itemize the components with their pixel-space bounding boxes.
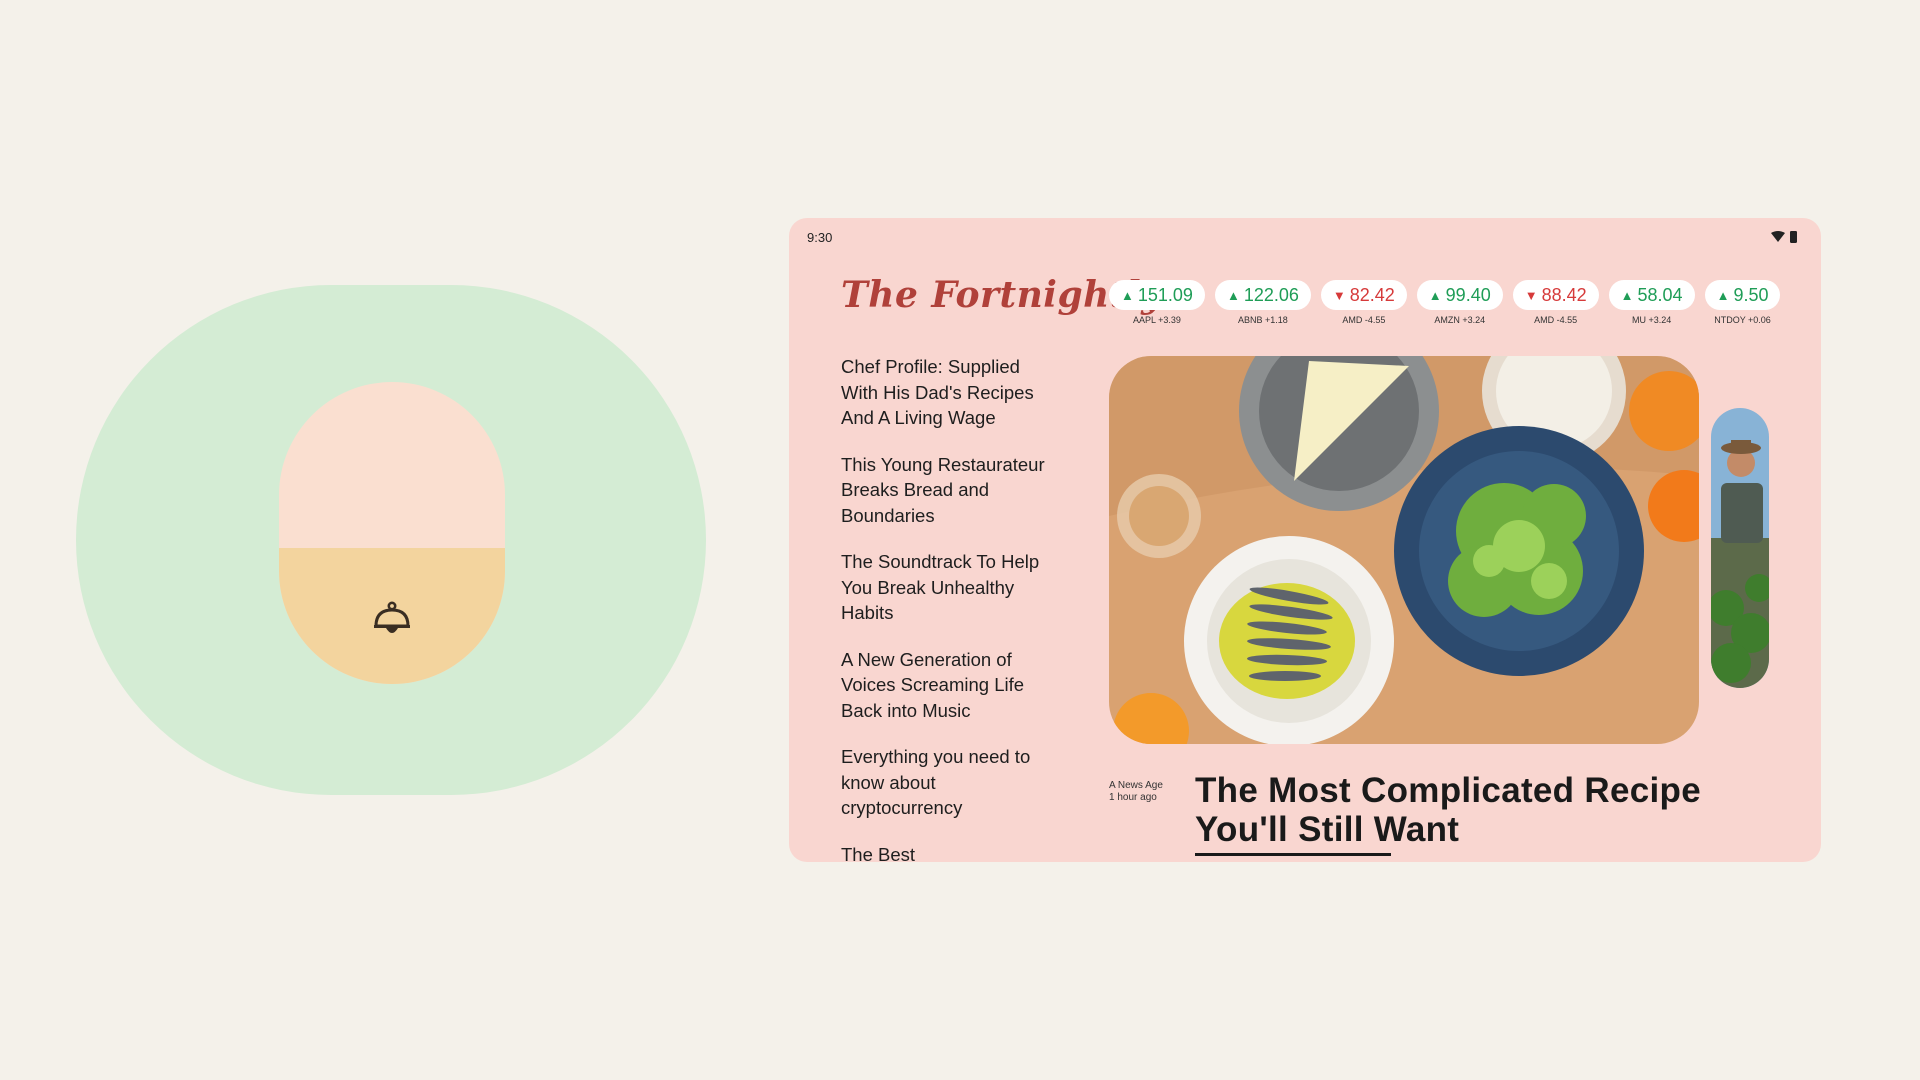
stock-ticker-item[interactable]: ▲ 58.04 MU +3.24 xyxy=(1608,280,1695,325)
headline-list: Chef Profile: Supplied With His Dad's Re… xyxy=(841,354,1051,862)
hero-image[interactable] xyxy=(1109,356,1699,744)
featured-article-title[interactable]: The Most Complicated Recipe You'll Still… xyxy=(1195,771,1715,849)
status-time: 9:30 xyxy=(807,230,833,245)
stock-price: 82.42 xyxy=(1349,284,1395,305)
stock-symbol-change: AAPL +3.39 xyxy=(1132,315,1181,325)
battery-icon xyxy=(1790,231,1797,243)
stock-ticker-item[interactable]: ▲ 122.06 ABNB +1.18 xyxy=(1214,280,1311,325)
arrow-down-icon: ▼ xyxy=(1332,287,1346,303)
stock-price-chip[interactable]: ▲ 58.04 xyxy=(1608,280,1695,310)
article-source: A News Age 1 hour ago xyxy=(1109,780,1163,804)
stock-price-chip[interactable]: ▲ 151.09 xyxy=(1109,280,1205,310)
stock-price-chip[interactable]: ▼ 82.42 xyxy=(1320,280,1407,310)
headline-item[interactable]: This Young Restaurateur Breaks Bread and… xyxy=(841,452,1051,529)
stock-price-chip[interactable]: ▼ 88.42 xyxy=(1512,280,1599,310)
stock-price: 9.50 xyxy=(1733,284,1769,305)
arrow-up-icon: ▲ xyxy=(1716,287,1730,303)
stock-ticker-item[interactable]: ▲ 9.50 NTDOY +0.06 xyxy=(1704,280,1781,325)
arrow-up-icon: ▲ xyxy=(1121,287,1134,303)
stock-symbol-change: MU +3.24 xyxy=(1631,315,1672,325)
tablet-screen: 9:30 The Fortnightly ▲ 151.09 AAPL +3.39 ▲ 1… xyxy=(789,218,1821,862)
headline-item[interactable]: The Soundtrack To Help You Break Unhealt… xyxy=(841,549,1051,626)
arrow-up-icon: ▲ xyxy=(1226,287,1240,303)
stock-price-chip[interactable]: ▲ 122.06 xyxy=(1214,280,1311,310)
headline-item[interactable]: A New Generation of Voices Screaming Lif… xyxy=(841,647,1051,724)
stock-symbol-change: AMD -4.55 xyxy=(1534,315,1578,325)
headline-item[interactable]: Everything you need to know about crypto… xyxy=(841,744,1051,821)
stock-price: 99.40 xyxy=(1445,284,1491,305)
status-icons xyxy=(1771,231,1797,243)
stock-symbol-change: AMZN +3.24 xyxy=(1434,315,1486,325)
stock-ticker[interactable]: ▲ 151.09 AAPL +3.39 ▲ 122.06 ABNB +1.18 ▼ 82.42… xyxy=(1109,280,1781,325)
stock-price-chip[interactable]: ▲ 9.50 xyxy=(1704,280,1781,310)
arrow-up-icon: ▲ xyxy=(1620,287,1634,303)
stock-symbol-change: NTDOY +0.06 xyxy=(1714,315,1771,325)
headline-item[interactable]: Chef Profile: Supplied With His Dad's Re… xyxy=(841,354,1051,431)
headline-item[interactable]: The Best xyxy=(841,842,1051,863)
wifi-icon xyxy=(1771,231,1785,242)
stock-price: 88.42 xyxy=(1541,284,1587,305)
stock-price: 122.06 xyxy=(1243,284,1299,305)
stock-ticker-item[interactable]: ▼ 82.42 AMD -4.55 xyxy=(1320,280,1407,325)
stock-symbol-change: AMD -4.55 xyxy=(1342,315,1386,325)
side-thumbnail-image[interactable] xyxy=(1711,408,1769,688)
source-name: A News Age xyxy=(1109,780,1163,791)
arrow-up-icon: ▲ xyxy=(1428,287,1442,303)
title-underline xyxy=(1195,853,1391,856)
stock-ticker-item[interactable]: ▲ 99.40 AMZN +3.24 xyxy=(1416,280,1503,325)
arrow-down-icon: ▼ xyxy=(1524,287,1538,303)
stock-price-chip[interactable]: ▲ 99.40 xyxy=(1416,280,1503,310)
stock-price: 151.09 xyxy=(1137,284,1193,305)
stock-ticker-item[interactable]: ▼ 88.42 AMD -4.55 xyxy=(1512,280,1599,325)
stock-symbol-change: ABNB +1.18 xyxy=(1238,315,1288,325)
stock-ticker-item[interactable]: ▲ 151.09 AAPL +3.39 xyxy=(1109,280,1205,325)
source-time: 1 hour ago xyxy=(1109,792,1157,803)
bell-icon xyxy=(374,601,410,633)
stock-price: 58.04 xyxy=(1637,284,1683,305)
